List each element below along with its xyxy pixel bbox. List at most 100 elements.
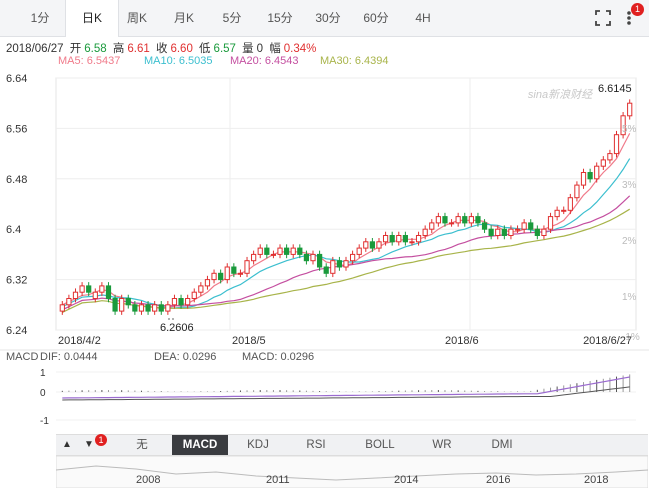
candle-body: [152, 304, 158, 312]
open-label: 开: [69, 43, 82, 55]
macd-value: MACD: 0.0296: [242, 351, 314, 363]
candle-body: [369, 241, 376, 249]
candle-body: [310, 253, 316, 262]
candle-body: [59, 304, 65, 312]
candle-body: [495, 228, 501, 236]
candle-body: [409, 241, 415, 244]
navigator-year-label: 2008: [136, 474, 160, 486]
right-percent-tick: 5%: [622, 124, 637, 135]
candle-body: [264, 247, 270, 255]
candle-body: [514, 228, 521, 231]
tab-1min[interactable]: 1分: [14, 0, 66, 36]
candle-body: [185, 298, 191, 306]
candle-body: [376, 241, 382, 249]
x-axis-label: 2018/6: [445, 335, 479, 347]
macd-y-tick: -1: [40, 416, 49, 427]
macd-dif-line: [62, 376, 630, 399]
notification-badge-bottom: 1: [95, 434, 107, 446]
change-value: 0.34%: [283, 43, 317, 55]
high-price-marker: 6.6145: [598, 83, 632, 95]
candle-body: [171, 298, 178, 306]
fullscreen-icon[interactable]: [594, 9, 612, 27]
candle-body: [415, 235, 422, 243]
candle-body: [158, 304, 164, 312]
candle-body: [224, 266, 230, 281]
plot-frame: [55, 77, 637, 331]
candle-body: [105, 285, 112, 299]
x-axis-label: 2018/6/27: [583, 335, 632, 347]
tab-monthly[interactable]: 月K: [158, 0, 210, 36]
indicator-tab-wr[interactable]: WR: [414, 435, 470, 455]
tab-4h[interactable]: 4H: [397, 0, 449, 36]
candle-body: [587, 172, 593, 180]
candle-body: [442, 216, 448, 224]
close-value: 6.60: [170, 43, 193, 55]
candle-body: [488, 228, 494, 236]
candle-body: [79, 285, 85, 293]
notification-badge: 1: [631, 3, 644, 16]
tab-15min[interactable]: 15分: [254, 0, 306, 36]
candle-body: [316, 253, 323, 268]
candle-body: [251, 253, 257, 262]
period-tab-bar: 1分 日K 周K 月K 5分 15分 30分 60分 4H: [0, 0, 649, 37]
y-tick-label: 6.32: [6, 275, 27, 287]
tab-60min[interactable]: 60分: [350, 0, 402, 36]
candle-body: [594, 165, 600, 180]
y-tick-label: 6.4: [6, 224, 21, 236]
indicator-tab-none[interactable]: 无: [114, 435, 170, 455]
candle-body: [303, 253, 310, 262]
candle-body: [112, 298, 118, 312]
indicator-tab-boll[interactable]: BOLL: [352, 435, 408, 455]
watermark: sina新浪财经: [528, 88, 593, 101]
volume-value: 0: [256, 43, 264, 55]
volume-label: 量: [242, 43, 254, 55]
macd-y-tick: 0: [40, 388, 46, 399]
candle-body: [389, 235, 395, 243]
open-value: 6.58: [84, 43, 107, 55]
scroll-up-icon[interactable]: ▲: [62, 439, 72, 450]
x-axis-label: 2018/4/2: [58, 335, 101, 347]
close-label: 收: [155, 43, 168, 55]
scroll-down-icon[interactable]: ▼: [84, 439, 94, 450]
candle-body: [145, 304, 151, 312]
y-tick-label: 6.56: [6, 123, 27, 135]
candle-body: [382, 235, 389, 243]
indicator-tab-dmi[interactable]: DMI: [474, 435, 530, 455]
macd-title: MACD: [6, 351, 38, 363]
tab-5min[interactable]: 5分: [206, 0, 258, 36]
candle-body: [244, 260, 250, 274]
high-value: 6.61: [127, 43, 150, 55]
candle-body: [554, 209, 560, 218]
candle-body: [138, 304, 145, 312]
low-label: 低: [199, 43, 211, 55]
candle-body: [462, 216, 468, 224]
candle-body: [396, 235, 402, 243]
indicator-tab-macd[interactable]: MACD: [172, 435, 228, 455]
candle-body: [422, 228, 428, 236]
indicator-tab-rsi[interactable]: RSI: [288, 435, 344, 455]
candle-body: [521, 222, 527, 230]
candle-body: [66, 298, 72, 306]
candlestick-chart[interactable]: sina新浪财经 6.64 6.56 6.48 6.4 6.32 6.24 5% 3% 2% 1%…: [0, 68, 649, 434]
time-navigator[interactable]: 2008 2011 2014 2016 2018: [56, 456, 648, 488]
candle-body: [204, 279, 211, 287]
indicator-tab-kdj[interactable]: KDJ: [230, 435, 286, 455]
tab-weekly[interactable]: 周K: [111, 0, 163, 36]
navigator-year-label: 2014: [394, 474, 418, 486]
candle-body: [402, 235, 408, 243]
candle-body: [541, 228, 547, 236]
candle-body: [574, 184, 580, 199]
macd-y-tick: 1: [40, 368, 46, 379]
candle-body: [363, 241, 369, 249]
tab-30min[interactable]: 30分: [302, 0, 354, 36]
candle-body: [607, 153, 613, 161]
ma30-legend: MA30: 6.4394: [320, 55, 389, 67]
candle-body: [323, 266, 329, 274]
low-price-marker: 6.2606: [160, 322, 194, 334]
navigator-year-label: 2018: [584, 474, 608, 486]
macd-dif: DIF: 0.0444: [40, 351, 97, 363]
right-percent-tick: 1%: [622, 292, 637, 303]
candle-body: [231, 266, 237, 274]
low-value: 6.57: [213, 43, 236, 55]
candle-body: [356, 247, 362, 255]
